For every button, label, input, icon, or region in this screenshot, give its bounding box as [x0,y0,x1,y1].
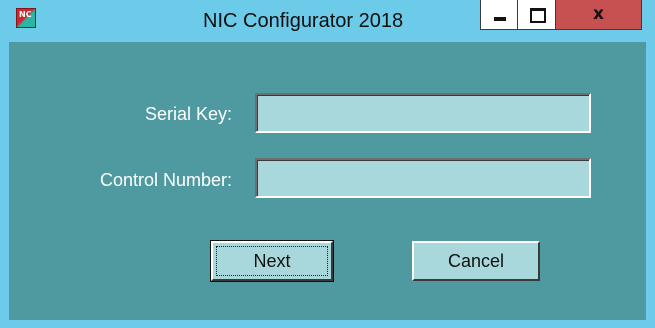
serial-key-input[interactable] [255,93,591,133]
nic-app-icon[interactable]: NC [16,8,36,28]
close-button[interactable]: x [556,0,642,30]
app-window: NC NIC Configurator 2018 x Serial Key: C… [0,0,655,328]
maximize-icon [530,8,546,23]
serial-key-label: Serial Key: [144,104,232,124]
next-button-label: Next [253,251,291,271]
cancel-button-label: Cancel [447,251,505,271]
window-title: NIC Configurator 2018 [203,10,404,32]
minimize-icon [494,17,506,21]
dialog-client-area: Serial Key: Control Number: Next Cancel [9,42,646,320]
control-number-input[interactable] [255,158,591,198]
close-icon: x [593,4,604,24]
next-button[interactable]: Next [210,240,334,282]
control-number-label: Control Number: [99,170,232,190]
cancel-button[interactable]: Cancel [412,241,540,281]
app-icon-text: NC [19,10,32,19]
minimize-button[interactable] [480,0,518,30]
title-bar[interactable]: NC NIC Configurator 2018 x [0,0,655,34]
maximize-button[interactable] [518,0,556,30]
